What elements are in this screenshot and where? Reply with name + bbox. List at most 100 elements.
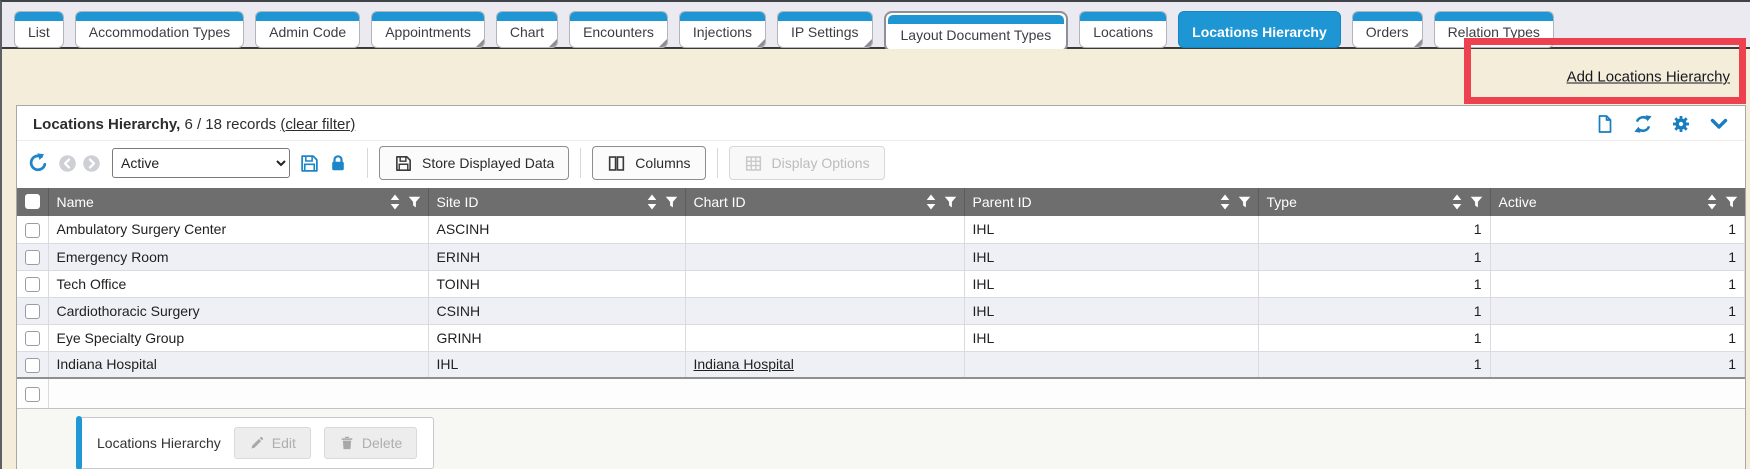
save-icon[interactable] [299,153,320,174]
column-header-parent-id: Parent ID [973,194,1032,210]
tab-appointments[interactable]: Appointments [371,11,485,48]
app-window: List Accommodation Types Admin Code Appo… [0,0,1750,469]
tab-locations-hierarchy[interactable]: Locations Hierarchy [1178,11,1341,48]
tab-encounters[interactable]: Encounters [569,11,668,48]
select-all-checkbox[interactable] [25,194,40,209]
cell-chart-id [685,297,964,324]
filter-icon[interactable] [944,196,957,209]
nav-back-icon[interactable] [58,154,77,173]
record-count: 6 / 18 records [184,116,276,133]
toolbar-separator [717,148,718,178]
display-options-button: Display Options [729,146,885,180]
cell-parent-id [964,351,1258,378]
delete-button: Delete [324,427,417,459]
selection-label: Locations Hierarchy [97,435,221,451]
cell-chart-id [685,270,964,297]
panel-title-area: Locations Hierarchy, 6 / 18 records (cle… [33,116,355,133]
toolbar-separator [367,148,368,178]
filter-icon[interactable] [408,196,421,209]
filter-icon[interactable] [665,196,678,209]
tab-cap [1179,12,1340,21]
tab-cap [570,12,667,21]
sort-icon[interactable] [1452,194,1462,210]
cell-active: 1 [1490,351,1745,378]
lock-icon[interactable] [328,153,348,173]
tab-locations[interactable]: Locations [1079,11,1167,48]
cell-active: 1 [1490,216,1745,243]
cell-active: 1 [1490,243,1745,270]
clear-filter-link[interactable]: (clear filter) [280,116,355,133]
cell-type: 1 [1258,216,1490,243]
filter-icon[interactable] [1238,196,1251,209]
tab-label: Layout Document Types [888,24,1065,50]
toolbar: Active Store Displayed Data Columns Disp… [17,141,1745,188]
tab-orders[interactable]: Orders [1352,11,1423,48]
undo-icon[interactable] [27,152,49,174]
cell-parent-id: IHL [964,324,1258,351]
cell-type: 1 [1258,243,1490,270]
tab-relation-types[interactable]: Relation Types [1434,11,1554,48]
cell-site-id: IHL [428,351,685,378]
tab-injections[interactable]: Injections [679,11,766,48]
trash-icon [339,435,355,451]
sort-icon[interactable] [926,194,936,210]
filter-icon[interactable] [1470,196,1483,209]
tab-cap [15,12,63,21]
row-checkbox[interactable] [25,358,40,373]
tab-layout-document-types[interactable]: Layout Document Types [884,11,1069,52]
refresh-icon[interactable] [1633,114,1653,134]
column-header-active: Active [1499,194,1537,210]
store-displayed-data-button[interactable]: Store Displayed Data [379,146,569,180]
table-row: Emergency Room ERINH IHL 1 1 [17,243,1745,270]
tab-cap [76,12,243,21]
nav-forward-icon[interactable] [82,154,101,173]
column-header-name: Name [57,194,94,210]
tab-cap [1353,12,1422,21]
cell-name: Ambulatory Surgery Center [48,216,428,243]
add-locations-hierarchy-link[interactable]: Add Locations Hierarchy [1567,69,1730,86]
sort-icon[interactable] [390,194,400,210]
gear-icon[interactable] [1671,114,1691,134]
tab-chart[interactable]: Chart [496,11,558,48]
selection-card: Locations Hierarchy Edit Delete [77,417,434,469]
row-checkbox[interactable] [25,250,40,265]
tab-list[interactable]: List [14,11,64,48]
collapse-chevron-icon[interactable] [1709,114,1729,134]
active-filter-select[interactable]: Active [112,148,290,178]
tab-cap [888,15,1065,24]
tab-label: Orders [1353,21,1422,47]
cell-site-id: GRINH [428,324,685,351]
sort-icon[interactable] [1707,194,1717,210]
new-document-icon[interactable] [1595,114,1615,134]
columns-label: Columns [635,155,690,171]
sort-icon[interactable] [1220,194,1230,210]
tab-admin-code[interactable]: Admin Code [255,11,360,48]
tab-cap [497,12,557,21]
table-row: Indiana Hospital IHL Indiana Hospital 1 … [17,351,1745,378]
columns-button[interactable]: Columns [592,146,705,180]
chart-id-link[interactable]: Indiana Hospital [694,356,794,372]
sort-icon[interactable] [647,194,657,210]
table-row: Eye Specialty Group GRINH IHL 1 1 [17,324,1745,351]
locations-table: Name Site ID Chart ID Parent ID Type Act… [17,188,1745,409]
panel-title: Locations Hierarchy, [33,116,180,133]
cell-chart-id [685,243,964,270]
cell-parent-id: IHL [964,216,1258,243]
tab-ip-settings[interactable]: IP Settings [777,11,872,48]
row-checkbox[interactable] [25,331,40,346]
cell-name: Cardiothoracic Surgery [48,297,428,324]
footer-checkbox[interactable] [25,387,40,402]
cell-parent-id: IHL [964,297,1258,324]
filter-icon[interactable] [1725,196,1738,209]
table-row: Cardiothoracic Surgery CSINH IHL 1 1 [17,297,1745,324]
row-checkbox[interactable] [25,223,40,238]
cell-name: Eye Specialty Group [48,324,428,351]
tab-accommodation-types[interactable]: Accommodation Types [75,11,244,48]
table-footer-row [17,378,1745,408]
row-checkbox[interactable] [25,304,40,319]
cell-active: 1 [1490,297,1745,324]
row-checkbox[interactable] [25,277,40,292]
cell-type: 1 [1258,297,1490,324]
cell-type: 1 [1258,324,1490,351]
cell-parent-id: IHL [964,270,1258,297]
